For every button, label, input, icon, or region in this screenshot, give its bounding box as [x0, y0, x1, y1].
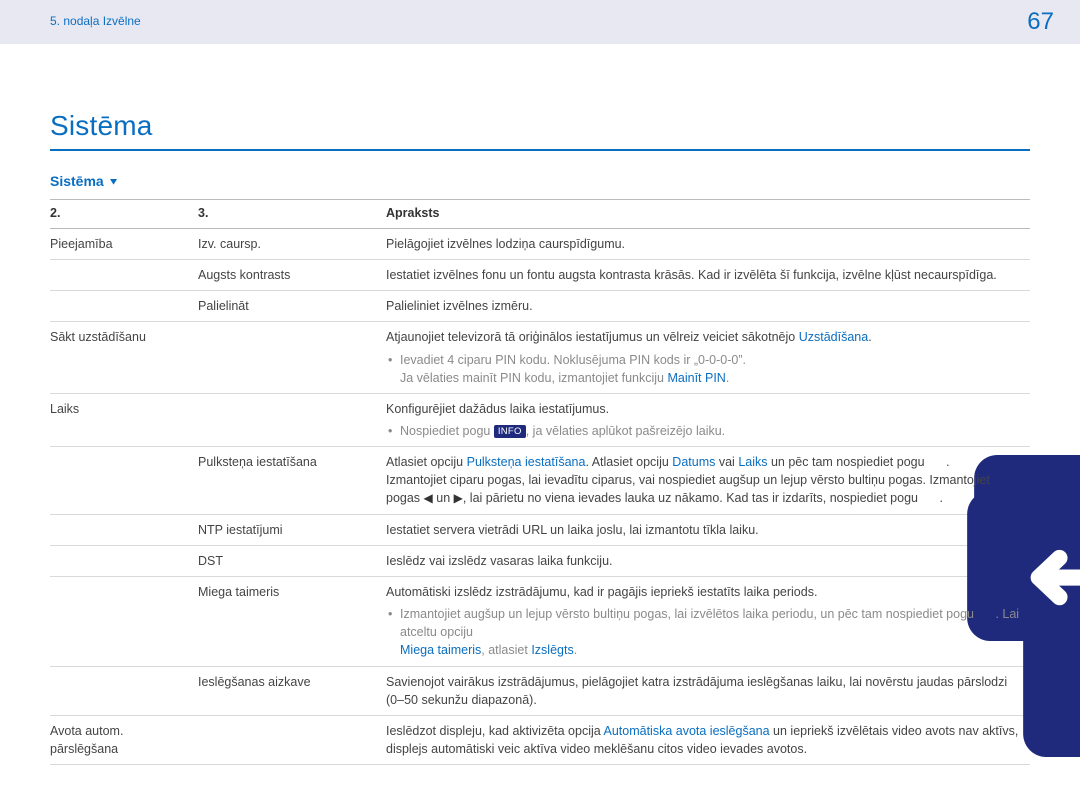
- table-row: NTP iestatījumi Iestatiet servera vietrā…: [50, 514, 1030, 545]
- text: Ieslēdzot displeju, kad aktivizēta opcij…: [386, 724, 604, 738]
- link-auto-avota[interactable]: Automātiska avota ieslēgšana: [604, 724, 770, 738]
- cell-level2: Pieejamība: [50, 229, 198, 260]
- table-row: Pieejamība Izv. caursp. Pielāgojiet izvē…: [50, 229, 1030, 260]
- table-row: Ieslēgšanas aizkave Savienojot vairākus …: [50, 666, 1030, 715]
- text: Ievadiet 4 ciparu PIN kodu. Noklusējuma …: [400, 353, 746, 367]
- table-header-row: 2. 3. Apraksts: [50, 199, 1030, 228]
- cell-level2: Avota autom. pārslēgšana: [50, 715, 198, 764]
- cell-level3: [198, 393, 386, 446]
- text: Izmantojiet augšup un lejup vērsto bulti…: [400, 607, 977, 621]
- cell-level2: [50, 291, 198, 322]
- cell-level2: Sākt uzstādīšanu: [50, 322, 198, 393]
- text: Atlasiet opciju: [386, 455, 467, 469]
- table-row: DST Ieslēdz vai izslēdz vasaras laika fu…: [50, 545, 1030, 576]
- col-header-2: 2.: [50, 199, 198, 228]
- enter-icon: [977, 607, 995, 620]
- text: Konfigurējiet dažādus laika iestatījumus…: [386, 402, 609, 416]
- cell-level3: Pulksteņa iestatīšana: [198, 447, 386, 515]
- cell-level3: NTP iestatījumi: [198, 514, 386, 545]
- cell-level2: [50, 577, 198, 667]
- text: . Atlasiet opciju: [585, 455, 672, 469]
- cell-level3: [198, 322, 386, 393]
- table-row: Palielināt Palieliniet izvēlnes izmēru.: [50, 291, 1030, 322]
- arrow-right-icon: ▶: [454, 490, 463, 507]
- cell-desc: Ieslēdzot displeju, kad aktivizēta opcij…: [386, 715, 1030, 764]
- text: .: [574, 643, 577, 657]
- link-datums[interactable]: Datums: [672, 455, 715, 469]
- cell-level2: Laiks: [50, 393, 198, 446]
- col-header-3: 3.: [198, 199, 386, 228]
- text: , lai pārietu no viena ievades lauka uz …: [463, 491, 922, 505]
- text: vai: [715, 455, 738, 469]
- bullet-list: Izmantojiet augšup un lejup vērsto bulti…: [386, 605, 1020, 659]
- cell-level2: [50, 666, 198, 715]
- link-laiks[interactable]: Laiks: [738, 455, 767, 469]
- cell-desc: Palieliniet izvēlnes izmēru.: [386, 291, 1030, 322]
- table-row: Laiks Konfigurējiet dažādus laika iestat…: [50, 393, 1030, 446]
- text: Automātiski izslēdz izstrādājumu, kad ir…: [386, 585, 817, 599]
- cell-level3: Izv. caursp.: [198, 229, 386, 260]
- settings-table: 2. 3. Apraksts Pieejamība Izv. caursp. P…: [50, 199, 1030, 765]
- cell-level2: [50, 447, 198, 515]
- text: .: [946, 455, 949, 469]
- cell-desc: Atjaunojiet televizorā tā oriģinālos ies…: [386, 322, 1030, 393]
- table-row: Sākt uzstādīšanu Atjaunojiet televizorā …: [50, 322, 1030, 393]
- page-title: Sistēma: [50, 106, 1030, 147]
- text: un: [433, 491, 454, 505]
- cell-level3: Augsts kontrasts: [198, 260, 386, 291]
- list-item: Nospiediet pogu INFO, ja vēlaties aplūko…: [386, 422, 1020, 440]
- subsection-label: Sistēma: [50, 173, 104, 189]
- list-item: Izmantojiet augšup un lejup vērsto bulti…: [386, 605, 1020, 659]
- text: .: [868, 330, 871, 344]
- table-row: Augsts kontrasts Iestatiet izvēlnes fonu…: [50, 260, 1030, 291]
- table-row: Pulksteņa iestatīšana Atlasiet opciju Pu…: [50, 447, 1030, 515]
- cell-desc: Pielāgojiet izvēlnes lodziņa caurspīdīgu…: [386, 229, 1030, 260]
- cell-desc: Savienojot vairākus izstrādājumus, pielā…: [386, 666, 1030, 715]
- cell-level3: Miega taimeris: [198, 577, 386, 667]
- arrow-left-icon: ◀: [424, 490, 433, 507]
- link-pulkstena[interactable]: Pulksteņa iestatīšana: [467, 455, 586, 469]
- link-miega-taimeris[interactable]: Miega taimeris: [400, 643, 481, 657]
- cell-level3: Palielināt: [198, 291, 386, 322]
- info-button-icon: INFO: [494, 425, 526, 438]
- cell-level3: Ieslēgšanas aizkave: [198, 666, 386, 715]
- text: un pēc tam nospiediet pogu: [768, 455, 929, 469]
- link-uzstadisana[interactable]: Uzstādīšana: [799, 330, 868, 344]
- text: , ja vēlaties aplūkot pašreizējo laiku.: [526, 424, 725, 438]
- breadcrumb: 5. nodaļa Izvēlne: [50, 13, 141, 30]
- cell-desc: Iestatiet izvēlnes fonu un fontu augsta …: [386, 260, 1030, 291]
- text: Ja vēlaties mainīt PIN kodu, izmantojiet…: [400, 371, 667, 385]
- cell-level2: [50, 260, 198, 291]
- cell-level3: DST: [198, 545, 386, 576]
- text: , atlasiet: [481, 643, 531, 657]
- table-row: Miega taimeris Automātiski izslēdz izstr…: [50, 577, 1030, 667]
- link-mainit-pin[interactable]: Mainīt PIN: [667, 371, 725, 385]
- list-item: Ievadiet 4 ciparu PIN kodu. Noklusējuma …: [386, 351, 1020, 387]
- title-rule: [50, 149, 1030, 151]
- bullet-list: Ievadiet 4 ciparu PIN kodu. Noklusējuma …: [386, 351, 1020, 387]
- bullet-list: Nospiediet pogu INFO, ja vēlaties aplūko…: [386, 422, 1020, 440]
- cell-desc: Atlasiet opciju Pulksteņa iestatīšana. A…: [386, 447, 1030, 515]
- text: Atjaunojiet televizorā tā oriģinālos ies…: [386, 330, 799, 344]
- table-row: Avota autom. pārslēgšana Ieslēdzot displ…: [50, 715, 1030, 764]
- cell-desc: Konfigurējiet dažādus laika iestatījumus…: [386, 393, 1030, 446]
- enter-icon: [928, 455, 946, 468]
- link-izslegs[interactable]: Izslēgts: [531, 643, 573, 657]
- subsection-heading: Sistēma ▼: [50, 171, 1030, 191]
- text: .: [726, 371, 729, 385]
- text: .: [939, 491, 942, 505]
- cell-level2: [50, 545, 198, 576]
- page-number: 67: [1027, 5, 1054, 40]
- enter-icon: [921, 491, 939, 504]
- cell-level2: [50, 514, 198, 545]
- cell-level3: [198, 715, 386, 764]
- col-header-desc: Apraksts: [386, 199, 1030, 228]
- triangle-down-icon: ▼: [108, 175, 120, 189]
- text: Nospiediet pogu: [400, 424, 494, 438]
